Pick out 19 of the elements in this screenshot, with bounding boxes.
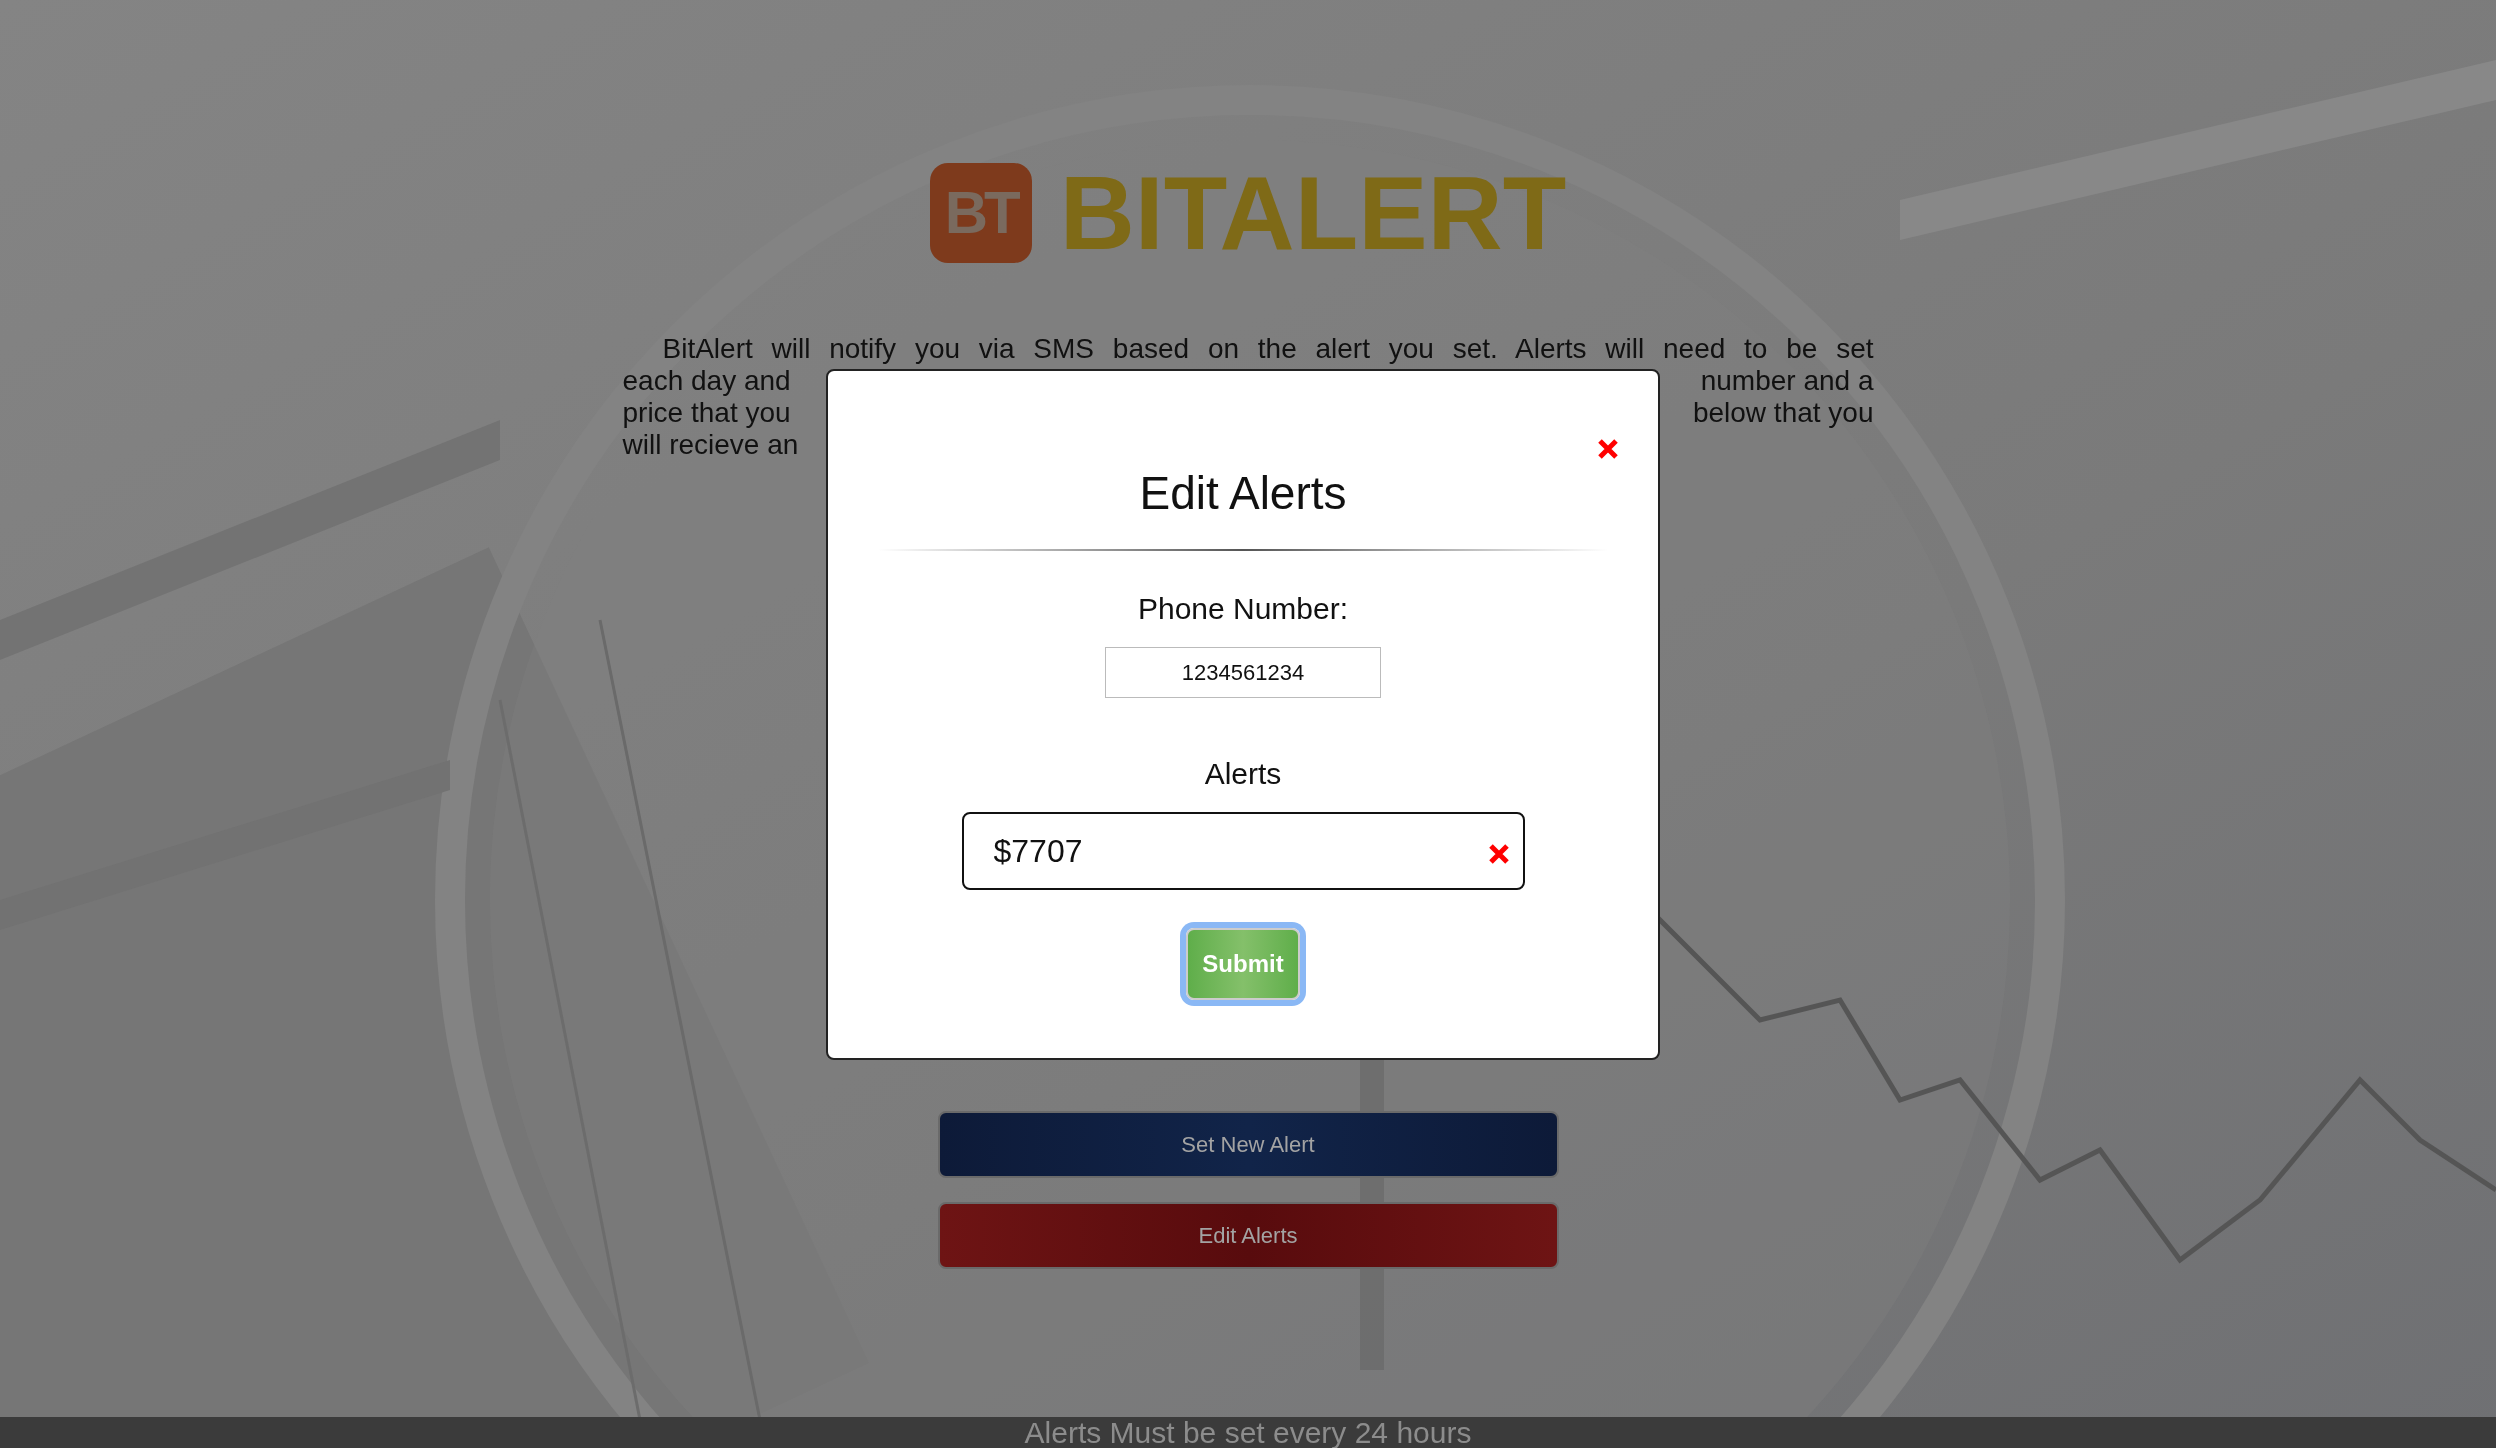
clear-icon: [1487, 843, 1510, 865]
set-alert-button[interactable]: Set New Alert: [937, 1111, 1559, 1178]
edit-alerts-button[interactable]: Edit Alerts: [937, 1202, 1559, 1269]
close-icon: [1597, 438, 1619, 460]
close-button[interactable]: [1596, 437, 1620, 461]
intro-text: number and a: [1700, 365, 1874, 397]
intro-text: below that you: [1692, 397, 1874, 429]
logo-wordmark: BITALERT: [1059, 161, 1567, 265]
alerts-label: Alerts: [1204, 756, 1282, 792]
intro-text: price that you: [622, 397, 791, 429]
logo-mark: BT: [929, 163, 1032, 263]
intro-text: BitAlert will notify you via SMS based on the alert you set. Alerts will need to be set: [661, 333, 1874, 365]
alert-input[interactable]: $7707: [961, 812, 1525, 890]
modal-title: Edit Alerts: [1139, 466, 1347, 521]
clear-button[interactable]: [1486, 842, 1511, 866]
intro-text: will recieve an: [622, 429, 799, 461]
intro-text: each day and: [622, 365, 791, 397]
phone-label: Phone Number:: [1137, 591, 1349, 627]
phone-input[interactable]: 1234561234: [1105, 647, 1381, 698]
